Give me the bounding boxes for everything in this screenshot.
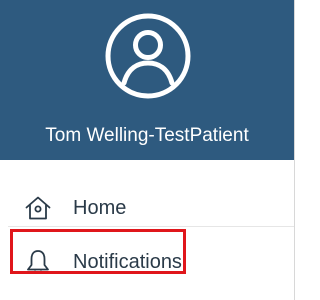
menu-item-label: Home [73,197,127,219]
highlight-box [10,229,186,274]
menu-divider [8,226,294,227]
drawer-edge [294,0,295,300]
user-circle-icon[interactable] [104,12,192,100]
drawer-menu: Home Notifications [0,160,294,300]
navigation-drawer: Tom Welling-TestPatient Home Notificatio… [0,0,300,300]
home-icon [25,196,51,220]
drawer-header: Tom Welling-TestPatient [0,0,294,160]
user-name: Tom Welling-TestPatient [45,125,249,146]
